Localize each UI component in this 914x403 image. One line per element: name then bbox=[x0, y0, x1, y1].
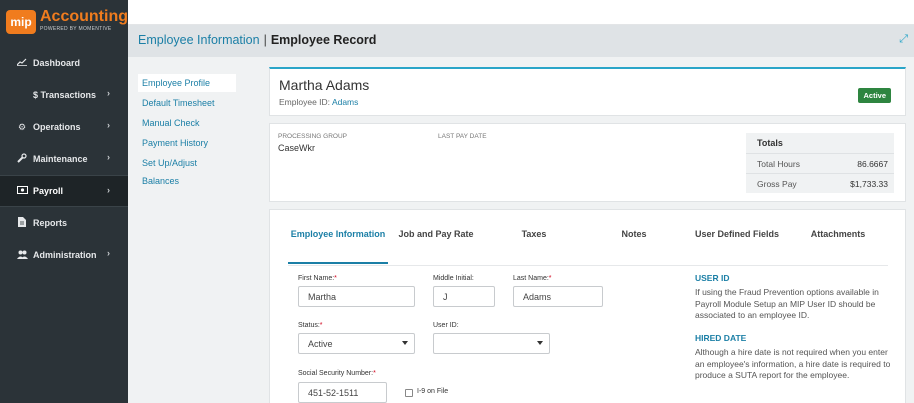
wrench-icon bbox=[16, 153, 28, 165]
subnav-item-manual-check[interactable]: Manual Check bbox=[138, 114, 236, 132]
sidebar-item-label: Administration bbox=[33, 250, 97, 260]
page-header: Employee Information | Employee Record ⤢ bbox=[128, 25, 914, 57]
expand-icon[interactable]: ⤢ bbox=[899, 33, 908, 46]
status-select-value: Active bbox=[308, 339, 333, 349]
sidebar-item-label: Reports bbox=[33, 218, 68, 228]
chevron-right-icon: › bbox=[107, 185, 110, 195]
money-bill-icon bbox=[16, 186, 28, 196]
last-name-label: Last Name:* bbox=[513, 275, 552, 282]
total-hours-label: Total Hours bbox=[757, 159, 800, 169]
tab-employee-information[interactable]: Employee Information bbox=[288, 228, 388, 264]
tab-taxes[interactable]: Taxes bbox=[484, 228, 584, 264]
tab-notes[interactable]: Notes bbox=[584, 228, 684, 264]
totals-panel: Totals Total Hours 86.6667 Gross Pay $1,… bbox=[746, 133, 894, 193]
page-title: Employee Record bbox=[270, 33, 377, 47]
chart-line-icon bbox=[16, 58, 28, 68]
gross-pay-row: Gross Pay $1,733.33 bbox=[746, 173, 894, 193]
last-name-field[interactable]: Adams bbox=[513, 286, 603, 307]
status-label: Status:* bbox=[298, 322, 323, 329]
sidebar-item-administration[interactable]: Administration › bbox=[0, 239, 128, 271]
help-user-id-text: If using the Fraud Prevention options av… bbox=[695, 287, 879, 320]
tab-attachments[interactable]: Attachments bbox=[790, 228, 886, 264]
middle-initial-label: Middle Initial: bbox=[433, 275, 474, 282]
ssn-field[interactable]: 451-52-1511 bbox=[298, 382, 387, 403]
middle-initial-field[interactable]: J bbox=[433, 286, 495, 307]
sidebar-item-label: Operations bbox=[33, 122, 81, 132]
chevron-right-icon: › bbox=[107, 248, 110, 258]
app-logo[interactable]: mip Accounting POWERED BY MOMENTIVE bbox=[6, 8, 128, 36]
users-icon bbox=[16, 250, 28, 261]
user-id-label: User ID: bbox=[433, 322, 459, 329]
breadcrumb: Employee Information | Employee Record bbox=[138, 33, 376, 47]
subnav-item-default-timesheet[interactable]: Default Timesheet bbox=[138, 94, 236, 112]
total-hours-value: 86.6667 bbox=[857, 159, 888, 169]
employee-id: Employee ID: Adams bbox=[279, 97, 358, 107]
summary-card: PROCESSING GROUP CaseWkr LAST PAY DATE T… bbox=[269, 123, 906, 202]
subnav-item-set-up-adjust-balances[interactable]: Set Up/Adjust Balances bbox=[138, 154, 236, 186]
first-name-field[interactable]: Martha bbox=[298, 286, 415, 307]
subnav-item-payment-history[interactable]: Payment History bbox=[138, 134, 236, 152]
logo-title: Accounting bbox=[40, 8, 128, 25]
employee-name: Martha Adams bbox=[279, 77, 370, 93]
top-bar bbox=[128, 0, 914, 25]
ssn-label: Social Security Number:* bbox=[298, 370, 376, 377]
subnav-item-employee-profile[interactable]: Employee Profile bbox=[138, 74, 236, 92]
chevron-right-icon: › bbox=[107, 88, 110, 98]
sidebar-item-label: Maintenance bbox=[33, 154, 88, 164]
i9-on-file-label: I-9 on File bbox=[417, 388, 449, 395]
sidebar-item-transactions[interactable]: $ Transactions › bbox=[0, 79, 128, 111]
main-content: Employee Profile Default Timesheet Manua… bbox=[128, 57, 914, 403]
caret-down-icon bbox=[402, 341, 408, 345]
file-icon bbox=[16, 217, 28, 229]
processing-group-label: PROCESSING GROUP bbox=[278, 133, 347, 140]
i9-on-file-checkbox[interactable] bbox=[405, 389, 413, 397]
help-hired-date-text: Although a hire date is not required whe… bbox=[695, 347, 891, 380]
sidebar-item-operations[interactable]: ⚙ Operations › bbox=[0, 111, 128, 143]
processing-group-value: CaseWkr bbox=[278, 143, 316, 153]
totals-title: Totals bbox=[757, 138, 783, 148]
employee-id-label: Employee ID: bbox=[279, 97, 331, 107]
breadcrumb-link-employee-information[interactable]: Employee Information bbox=[138, 33, 260, 47]
logo-badge: mip bbox=[6, 10, 36, 34]
gross-pay-value: $1,733.33 bbox=[850, 179, 888, 189]
status-select[interactable]: Active bbox=[298, 333, 415, 354]
help-user-id-title: USER ID bbox=[695, 273, 730, 283]
status-badge: Active bbox=[858, 88, 891, 103]
employee-header-card: Martha Adams Employee ID: Adams Active bbox=[269, 67, 906, 116]
caret-down-icon bbox=[537, 341, 543, 345]
cogs-icon: ⚙ bbox=[17, 121, 27, 132]
sidebar-item-label: Dashboard bbox=[33, 58, 81, 68]
sidebar-item-reports[interactable]: Reports bbox=[0, 207, 128, 239]
tab-job-and-pay-rate[interactable]: Job and Pay Rate bbox=[388, 228, 484, 264]
chevron-right-icon: › bbox=[107, 152, 110, 162]
sidebar-item-payroll[interactable]: Payroll › bbox=[0, 175, 128, 207]
logo-subtitle: POWERED BY MOMENTIVE bbox=[40, 26, 112, 32]
chevron-right-icon: › bbox=[107, 120, 110, 130]
breadcrumb-separator: | bbox=[263, 33, 267, 47]
last-pay-date-label: LAST PAY DATE bbox=[438, 133, 487, 140]
sidebar-item-label: Payroll bbox=[33, 186, 64, 196]
sidebar-item-dashboard[interactable]: Dashboard bbox=[0, 47, 128, 79]
employee-details-card: Employee Information Job and Pay Rate Ta… bbox=[269, 209, 906, 403]
first-name-label: First Name:* bbox=[298, 275, 337, 282]
tab-bar: Employee Information Job and Pay Rate Ta… bbox=[288, 210, 888, 266]
total-hours-row: Total Hours 86.6667 bbox=[746, 153, 894, 173]
user-id-select[interactable] bbox=[433, 333, 550, 354]
sidebar: mip Accounting POWERED BY MOMENTIVE Dash… bbox=[0, 0, 128, 403]
sidebar-item-maintenance[interactable]: Maintenance › bbox=[0, 143, 128, 175]
tab-user-defined-fields[interactable]: User Defined Fields bbox=[684, 228, 790, 264]
sidebar-item-label: $ Transactions bbox=[33, 90, 97, 100]
help-hired-date-title: HIRED DATE bbox=[695, 333, 747, 343]
employee-id-value[interactable]: Adams bbox=[332, 97, 358, 107]
gross-pay-label: Gross Pay bbox=[757, 179, 797, 189]
